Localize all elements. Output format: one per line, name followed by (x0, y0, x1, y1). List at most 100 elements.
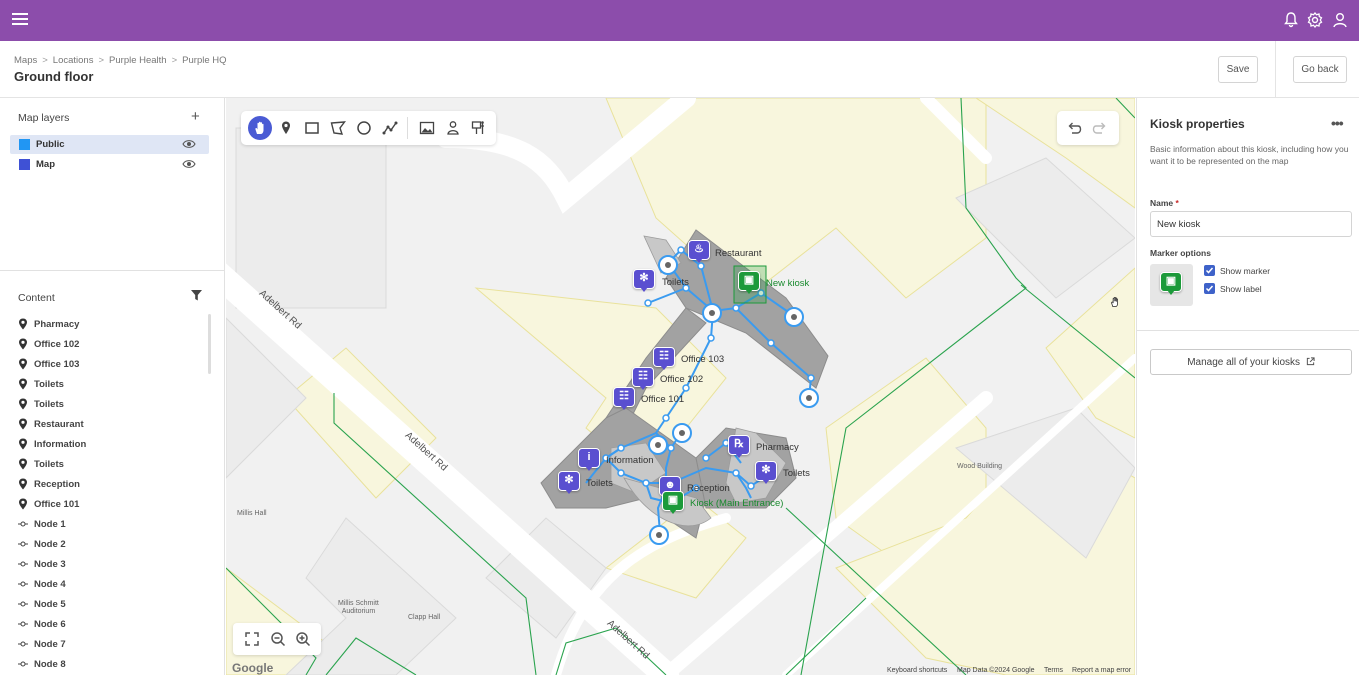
node-icon (18, 601, 28, 607)
map-node[interactable] (672, 423, 692, 443)
polygon-icon[interactable] (326, 116, 350, 140)
breadcrumb-maps[interactable]: Maps (14, 55, 37, 66)
content-list-item[interactable]: Reception (18, 474, 208, 494)
content-list-item[interactable]: Node 7 (18, 634, 208, 654)
map-marker-toilets[interactable]: ✻ (633, 269, 655, 294)
content-list-item[interactable]: Toilets (18, 454, 208, 474)
user-icon[interactable] (1330, 10, 1350, 30)
map-canvas[interactable]: ♨ Restaurant ▣ New kiosk ✻ Toilets ☷ Off… (226, 98, 1135, 675)
node-icon (18, 661, 28, 667)
node-icon (18, 581, 28, 587)
content-list-item[interactable]: Pharmacy (18, 314, 208, 334)
content-item-label: Toilets (34, 459, 64, 470)
redo-icon[interactable] (1092, 120, 1108, 136)
content-list-item[interactable]: Information (18, 434, 208, 454)
pin-icon[interactable] (274, 116, 298, 140)
map-marker-new-kiosk[interactable]: ▣ (738, 271, 760, 296)
image-icon[interactable] (415, 116, 439, 140)
undo-icon[interactable] (1066, 120, 1082, 136)
plus-icon[interactable]: + (191, 109, 200, 124)
map-label-reception: Reception (687, 483, 730, 494)
content-list-item[interactable]: Node 8 (18, 654, 208, 669)
marker-preview: ▣ (1150, 264, 1193, 306)
eye-icon[interactable] (182, 138, 196, 150)
layer-row-map[interactable]: Map (10, 155, 209, 174)
panel-divider (1137, 330, 1359, 331)
map-node[interactable] (649, 525, 669, 545)
content-item-label: Reception (34, 479, 80, 490)
polyline-icon[interactable] (378, 116, 402, 140)
content-title: Content (18, 292, 55, 304)
save-button[interactable]: Save (1218, 56, 1258, 83)
map-marker-pharmacy[interactable]: ℞ (728, 435, 750, 460)
map-marker-office-103[interactable]: ☷ (653, 347, 675, 372)
building-label: Clapp Hall (408, 614, 441, 621)
filter-icon[interactable] (191, 290, 202, 301)
content-list-item[interactable]: Office 101 (18, 494, 208, 514)
map-label-information: Information (606, 455, 654, 466)
map-marker-information[interactable]: i (578, 448, 600, 473)
content-list-item[interactable]: Node 1 (18, 514, 208, 534)
show-marker-label: Show marker (1220, 266, 1271, 276)
keyboard-shortcuts-link[interactable]: Keyboard shortcuts (887, 667, 947, 674)
content-list-item[interactable]: Office 103 (18, 354, 208, 374)
terms-link[interactable]: Terms (1044, 667, 1063, 674)
map-node[interactable] (658, 255, 678, 275)
layer-color-swatch (19, 139, 30, 150)
top-app-bar (0, 0, 1359, 41)
content-list-item[interactable]: Node 6 (18, 614, 208, 634)
map-node[interactable] (784, 307, 804, 327)
name-label: Name * (1150, 198, 1179, 208)
map-marker-office-101[interactable]: ☷ (613, 387, 635, 412)
content-list-item[interactable]: Toilets (18, 394, 208, 414)
go-back-button[interactable]: Go back (1293, 56, 1347, 83)
map-marker-main-kiosk[interactable]: ▣ (662, 491, 684, 516)
fullscreen-icon[interactable] (244, 631, 260, 647)
content-list-item[interactable]: Node 5 (18, 594, 208, 614)
map-marker-restaurant[interactable]: ♨ (688, 240, 710, 265)
circle-icon[interactable] (352, 116, 376, 140)
more-horizontal-icon[interactable]: ••• (1331, 115, 1344, 131)
map-base (226, 98, 1135, 675)
zoom-in-icon[interactable] (295, 631, 311, 647)
map-marker-office-102[interactable]: ☷ (632, 367, 654, 392)
zoom-out-icon[interactable] (270, 631, 286, 647)
content-item-label: Office 103 (34, 359, 80, 370)
left-panel: Map layers + Public Map Content Pharmacy… (0, 98, 225, 675)
map-label-office-101: Office 101 (641, 394, 685, 405)
map-node[interactable] (648, 435, 668, 455)
content-list-item[interactable]: Node 4 (18, 574, 208, 594)
pin-icon (19, 358, 27, 370)
map-label-office-102: Office 102 (660, 374, 704, 385)
checkbox-checked[interactable] (1204, 265, 1215, 276)
report-map-error-link[interactable]: Report a map error (1072, 667, 1131, 674)
hand-icon[interactable] (248, 116, 272, 140)
rectangle-icon[interactable] (300, 116, 324, 140)
content-scrollbar[interactable] (208, 314, 211, 374)
content-item-label: Restaurant (34, 419, 84, 430)
manage-kiosks-button[interactable]: Manage all of your kiosks (1150, 349, 1352, 375)
map-marker-toilets[interactable]: ✻ (755, 461, 777, 486)
layer-row-public[interactable]: Public (10, 135, 209, 154)
content-list-item[interactable]: Node 3 (18, 554, 208, 574)
map-node[interactable] (799, 388, 819, 408)
kiosk-icon: ▣ (667, 494, 679, 506)
gear-icon[interactable] (1305, 10, 1325, 30)
breadcrumb-purple-health[interactable]: Purple Health (109, 55, 167, 66)
bell-icon[interactable] (1281, 10, 1301, 30)
breadcrumb-purple-hq[interactable]: Purple HQ (182, 55, 226, 66)
kiosk-name-input[interactable] (1150, 211, 1352, 237)
breadcrumb-locations[interactable]: Locations (53, 55, 94, 66)
map-marker-toilets[interactable]: ✻ (558, 471, 580, 496)
content-list-item[interactable]: Node 2 (18, 534, 208, 554)
content-list-item[interactable]: Toilets (18, 374, 208, 394)
checkbox-checked[interactable] (1204, 283, 1215, 294)
eye-icon[interactable] (182, 158, 196, 170)
building-label: Millis Schmitt Auditorium (338, 600, 379, 615)
person-pin-icon[interactable] (441, 116, 465, 140)
map-node[interactable] (702, 303, 722, 323)
hamburger-icon[interactable] (12, 10, 28, 30)
content-list-item[interactable]: Office 102 (18, 334, 208, 354)
content-list-item[interactable]: Restaurant (18, 414, 208, 434)
kiosk-icon[interactable] (467, 116, 491, 140)
